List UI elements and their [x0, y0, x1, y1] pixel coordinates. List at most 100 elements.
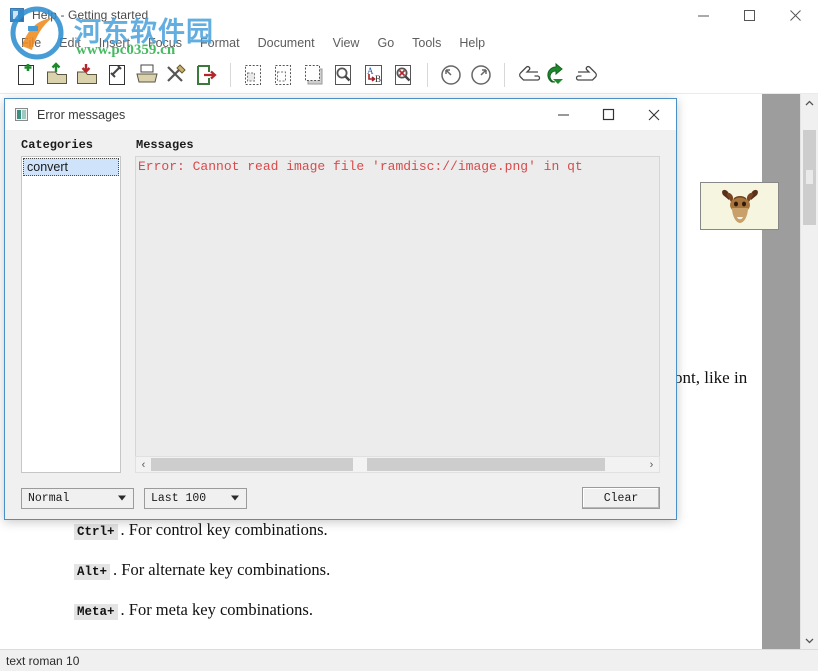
document-image-frame: [700, 182, 779, 230]
horizontal-scroll-fill: [151, 458, 605, 471]
undo-icon[interactable]: [437, 60, 465, 90]
dialog-body: Categories Messages convert Error: Canno…: [5, 130, 676, 519]
menu-insert[interactable]: Insert: [90, 34, 139, 52]
clear-button[interactable]: Clear: [582, 487, 660, 509]
document-entry-meta: Meta+ . For meta key combinations.: [74, 600, 732, 620]
app-icon: [10, 8, 24, 22]
redo-icon[interactable]: [467, 60, 495, 90]
toolbar-group-navigate: [514, 60, 602, 90]
toolbar-group-file: [13, 60, 221, 90]
scroll-up-icon[interactable]: [801, 94, 818, 112]
paste-icon[interactable]: [300, 60, 328, 90]
horizontal-scroll-track[interactable]: [151, 458, 644, 471]
copy-icon[interactable]: [270, 60, 298, 90]
count-dropdown[interactable]: Last 100: [144, 488, 247, 509]
menubar: File Edit Insert Focus Format Document V…: [0, 30, 818, 56]
error-messages-dialog: Error messages Categories Messages: [4, 98, 677, 520]
find-icon[interactable]: [330, 60, 358, 90]
main-titlebar: Help - Getting started: [0, 0, 818, 30]
messages-horizontal-scrollbar[interactable]: ‹ ›: [135, 456, 660, 473]
exit-icon[interactable]: [193, 60, 221, 90]
dialog-close-button[interactable]: [631, 99, 676, 130]
document-text-body: Ctrl+ . For control key combinations. Al…: [22, 520, 762, 620]
refresh-icon[interactable]: [544, 60, 572, 90]
toolbar-separator-1: [230, 63, 231, 87]
message-item: Error: Cannot read image file 'ramdisc:/…: [138, 159, 659, 174]
messages-list[interactable]: Error: Cannot read image file 'ramdisc:/…: [135, 156, 660, 456]
menu-document[interactable]: Document: [249, 34, 324, 52]
dialog-main-panes: convert Error: Cannot read image file 'r…: [21, 156, 660, 473]
messages-header: Messages: [136, 138, 194, 152]
document-entry-ctrl-desc: . For control key combinations.: [121, 520, 328, 540]
menu-go[interactable]: Go: [368, 34, 403, 52]
kbd-meta: Meta+: [74, 604, 118, 620]
vertical-scroll-thumb[interactable]: [803, 130, 816, 225]
chevron-down-icon: [231, 496, 239, 501]
go-back-hand-icon[interactable]: [514, 60, 542, 90]
open-folder-icon[interactable]: [43, 60, 71, 90]
vertical-scroll-track[interactable]: [801, 112, 818, 631]
gnu-head-image: [717, 186, 763, 226]
count-value: Last 100: [151, 492, 206, 505]
document-entry-ctrl: Ctrl+ . For control key combinations.: [74, 520, 732, 540]
toolbar-separator-3: [504, 63, 505, 87]
toolbar-group-edit: A B: [240, 60, 418, 90]
screen-root: Help - Getting started File Edit Insert …: [0, 0, 818, 671]
toolbar: A B: [0, 56, 818, 94]
horizontal-scroll-thumb[interactable]: [353, 458, 367, 471]
go-forward-hand-icon[interactable]: [574, 60, 602, 90]
menu-tools[interactable]: Tools: [403, 34, 450, 52]
print-icon[interactable]: [133, 60, 161, 90]
menu-format[interactable]: Format: [191, 34, 249, 52]
document-entry-alt: Alt+ . For alternate key combinations.: [74, 560, 732, 580]
replace-icon[interactable]: A B: [360, 60, 388, 90]
vertical-scrollbar[interactable]: [800, 94, 818, 649]
page-right-gutter: [762, 94, 800, 649]
scroll-right-icon[interactable]: ›: [644, 459, 659, 471]
verbosity-dropdown[interactable]: Normal: [21, 488, 134, 509]
document-entry-meta-desc: . For meta key combinations.: [121, 600, 313, 620]
dialog-minimize-button[interactable]: [541, 99, 586, 130]
save-folder-icon[interactable]: [73, 60, 101, 90]
close-button[interactable]: [772, 0, 818, 30]
categories-list[interactable]: convert: [21, 156, 121, 473]
vertical-scroll-thumb-grip: [806, 170, 813, 184]
menu-focus[interactable]: Focus: [139, 34, 191, 52]
scroll-down-icon[interactable]: [801, 631, 818, 649]
minimize-button[interactable]: [680, 0, 726, 30]
main-window-controls: [680, 0, 818, 30]
dialog-window-controls: [541, 99, 676, 130]
menu-file[interactable]: File: [12, 34, 50, 52]
dialog-column-headers: Categories Messages: [21, 138, 660, 152]
toolbar-separator-2: [427, 63, 428, 87]
dialog-icon: [15, 108, 28, 121]
status-bar-text: text roman 10: [6, 654, 79, 668]
new-document-icon[interactable]: [13, 60, 41, 90]
maximize-button[interactable]: [726, 0, 772, 30]
find-cancel-icon[interactable]: [390, 60, 418, 90]
kbd-alt: Alt+: [74, 564, 110, 580]
scroll-left-icon[interactable]: ‹: [136, 459, 151, 471]
status-bar: text roman 10: [0, 649, 818, 671]
dialog-title: Error messages: [37, 108, 125, 122]
document-partial-line: ont, like in: [674, 368, 747, 388]
category-item-convert[interactable]: convert: [23, 158, 119, 176]
hammer-build-icon[interactable]: [103, 60, 131, 90]
menu-view[interactable]: View: [324, 34, 369, 52]
menu-help[interactable]: Help: [450, 34, 494, 52]
dialog-titlebar: Error messages: [5, 99, 676, 130]
tools-preferences-icon[interactable]: [163, 60, 191, 90]
menu-edit[interactable]: Edit: [50, 34, 90, 52]
chevron-down-icon: [118, 496, 126, 501]
main-window-title: Help - Getting started: [32, 8, 148, 22]
dialog-footer: Normal Last 100 Clear: [21, 487, 660, 509]
dialog-maximize-button[interactable]: [586, 99, 631, 130]
svg-text:A: A: [367, 66, 374, 76]
categories-header: Categories: [21, 138, 136, 152]
cut-icon[interactable]: [240, 60, 268, 90]
verbosity-value: Normal: [28, 492, 69, 505]
svg-text:B: B: [375, 74, 381, 84]
document-entry-alt-desc: . For alternate key combinations.: [113, 560, 330, 580]
kbd-ctrl: Ctrl+: [74, 524, 118, 540]
messages-pane: Error: Cannot read image file 'ramdisc:/…: [135, 156, 660, 473]
